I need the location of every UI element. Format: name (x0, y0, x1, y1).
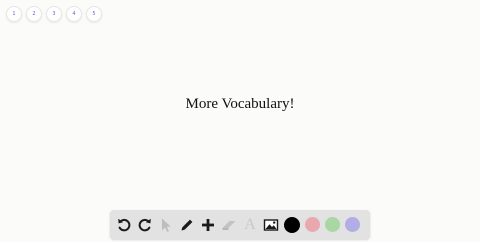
color-black-swatch[interactable] (284, 216, 300, 233)
page-2-button[interactable]: 2 (26, 6, 42, 22)
page-5-button[interactable]: 5 (86, 6, 102, 22)
page-4-button[interactable]: 4 (66, 6, 82, 22)
pencil-icon (181, 219, 193, 230)
add-button[interactable] (200, 217, 216, 233)
page-navigation: 1 2 3 4 5 (6, 6, 102, 22)
page-3-button[interactable]: 3 (46, 6, 62, 22)
text-tool-button[interactable]: A (242, 215, 258, 233)
drawing-toolbar: A (110, 210, 370, 239)
undo-icon (118, 218, 131, 231)
text-icon: A (244, 215, 256, 233)
redo-button[interactable] (137, 217, 153, 233)
redo-icon (138, 218, 151, 231)
eraser-icon (222, 220, 236, 230)
eraser-tool-button[interactable] (221, 217, 237, 233)
undo-button[interactable] (116, 217, 132, 233)
select-tool-button[interactable] (158, 217, 174, 233)
image-icon (263, 218, 279, 231)
pencil-tool-button[interactable] (179, 217, 195, 233)
image-tool-button[interactable] (263, 217, 279, 233)
color-purple-swatch[interactable] (345, 217, 360, 232)
color-green-swatch[interactable] (325, 217, 340, 232)
add-plus-icon (202, 218, 214, 231)
color-red-swatch[interactable] (305, 217, 320, 232)
slide-title: More Vocabulary! (185, 96, 295, 112)
select-pointer-icon (162, 218, 171, 232)
page-1-button[interactable]: 1 (6, 6, 22, 22)
